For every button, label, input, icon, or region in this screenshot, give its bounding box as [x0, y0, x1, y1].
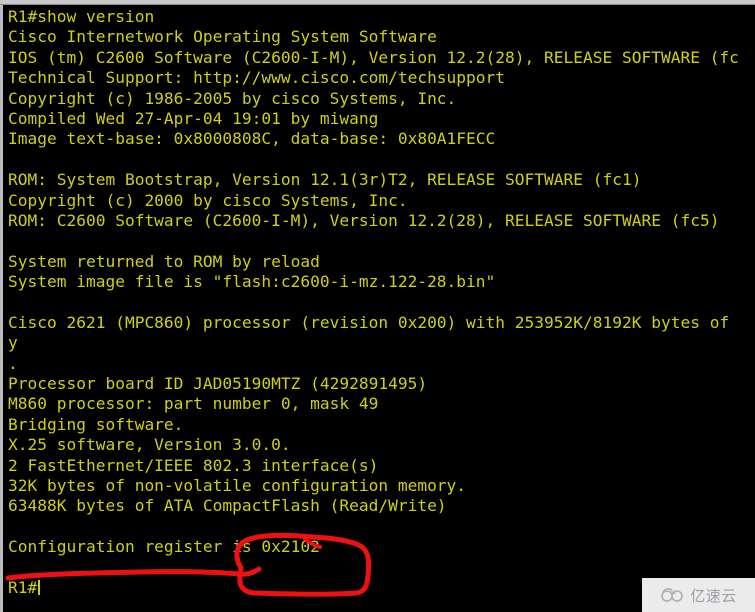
console-line: .: [8, 353, 18, 373]
text-cursor: [38, 579, 41, 595]
console-line: System returned to ROM by reload: [8, 251, 320, 271]
console-line: 32K bytes of non-volatile configuration …: [8, 475, 467, 495]
terminal-window: R1#show version Cisco Internetwork Operat…: [0, 0, 755, 612]
console-line: IOS (tm) C2600 Software (C2600-I-M), Ver…: [8, 47, 739, 67]
console-line: Bridging software.: [8, 414, 184, 434]
prompt-text: R1#: [8, 577, 38, 597]
console-line: Image text-base: 0x8000808C, data-base: …: [8, 129, 496, 149]
console-line: Copyright (c) 1986-2005 by cisco Systems…: [8, 88, 457, 108]
console-line: Copyright (c) 2000 by cisco Systems, Inc…: [8, 190, 408, 210]
console-line: Processor board ID JAD05190MTZ (42928914…: [8, 374, 428, 394]
console-line: System image file is "flash:c2600-i-mz.1…: [8, 272, 496, 292]
console-line: 2 FastEthernet/IEEE 802.3 interface(s): [8, 455, 379, 475]
console-line: Cisco 2621 (MPC860) processor (revision …: [8, 312, 730, 332]
console-line: R1#show version: [8, 7, 155, 26]
console-line-config-register: Configuration register is 0x2102: [8, 537, 320, 557]
console-line: ROM: C2600 Software (C2600-I-M), Version…: [8, 210, 720, 230]
console-output[interactable]: R1#show version Cisco Internetwork Operat…: [3, 5, 755, 612]
console-line: Cisco Internetwork Operating System Soft…: [8, 27, 437, 47]
console-line: X.25 software, Version 3.0.0.: [8, 435, 291, 455]
console-line: Technical Support: http://www.cisco.com/…: [8, 68, 506, 88]
watermark-text: 亿速云: [690, 586, 737, 605]
console-line: ROM: System Bootstrap, Version 12.1(3r)T…: [8, 170, 642, 190]
console-line: y: [8, 333, 18, 353]
console-line: M860 processor: part number 0, mask 49: [8, 394, 379, 414]
console-line: 63488K bytes of ATA CompactFlash (Read/W…: [8, 496, 447, 516]
cloud-glasses-icon: [661, 588, 684, 602]
console-line: Compiled Wed 27-Apr-04 19:01 by miwang: [8, 108, 379, 128]
site-watermark: 亿速云: [642, 578, 755, 612]
